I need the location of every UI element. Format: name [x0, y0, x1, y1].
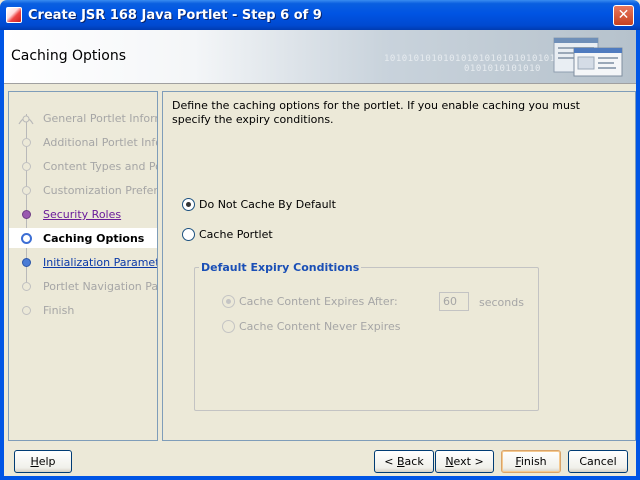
wizard-window: 10101010101010101010101010101 0101010101…: [0, 30, 640, 480]
step-navigation: General Portlet Information Additional P…: [8, 91, 158, 441]
caching-options-panel: Define the caching options for the portl…: [162, 91, 636, 441]
expiry-conditions-group: [194, 267, 539, 411]
nav-step-initialization-parameters[interactable]: Initialization Parameters: [9, 252, 157, 272]
finish-button[interactable]: Finish: [501, 450, 561, 473]
radio-label: Do Not Cache By Default: [199, 198, 336, 211]
header-binary-decoration: 10101010101010101010101010101: [384, 54, 556, 64]
app-icon: [6, 7, 22, 23]
nav-step-label: Security Roles: [43, 208, 122, 221]
nav-step-label: General Portlet Information: [43, 112, 157, 125]
step-marker-icon: [22, 186, 31, 195]
step-marker-icon: [22, 306, 31, 315]
step-marker-icon: [22, 282, 31, 291]
nav-step-security-roles[interactable]: Security Roles: [9, 204, 157, 224]
do-not-cache-radio[interactable]: Do Not Cache By Default: [182, 198, 336, 211]
step-marker-icon: [22, 162, 31, 171]
instructions-text: Define the caching options for the portl…: [172, 99, 580, 126]
nav-step-label: Finish: [43, 304, 75, 317]
step-marker-icon: [22, 210, 31, 219]
button-mnemonic: H: [30, 455, 39, 468]
nav-step-label: Portlet Navigation Parameters: [43, 280, 158, 293]
nav-step-customization-preferences[interactable]: Customization Preferences: [9, 180, 158, 200]
nav-step-finish[interactable]: Finish: [9, 300, 157, 320]
back-button[interactable]: < Back: [374, 450, 434, 473]
current-step-marker-icon: [21, 233, 32, 244]
never-expires-radio[interactable]: Cache Content Never Expires: [222, 320, 401, 333]
nav-step-label: Customization Preferences: [43, 184, 158, 197]
button-mnemonic: B: [397, 455, 405, 468]
nav-step-additional-portlet-information[interactable]: Additional Portlet Information: [9, 132, 157, 152]
nav-step-general-portlet-information[interactable]: General Portlet Information: [9, 108, 157, 128]
nav-step-label: Caching Options: [43, 232, 145, 245]
nav-step-portlet-navigation-parameters[interactable]: Portlet Navigation Parameters: [9, 276, 158, 296]
help-button[interactable]: Help: [14, 450, 72, 473]
nav-step-label: Additional Portlet Information: [43, 136, 157, 149]
expiry-conditions-title: Default Expiry Conditions: [199, 261, 362, 274]
radio-label: Cache Portlet: [199, 228, 273, 241]
start-step-icon: [18, 115, 34, 125]
button-mnemonic: N: [445, 455, 454, 468]
radio-label: Cache Content Never Expires: [239, 320, 401, 333]
title-bar: Create JSR 168 Java Portlet - Step 6 of …: [0, 0, 640, 30]
radio-indicator[interactable]: [182, 198, 195, 211]
nav-step-label: Initialization Parameters: [43, 256, 157, 269]
cache-portlet-radio[interactable]: Cache Portlet: [182, 228, 273, 241]
radio-indicator[interactable]: [182, 228, 195, 241]
button-text: Cancel: [579, 455, 617, 468]
button-text: ext >: [453, 455, 484, 468]
step-marker-icon: [22, 138, 31, 147]
nav-step-caching-options[interactable]: Caching Options: [9, 228, 157, 248]
radio-indicator[interactable]: [222, 320, 235, 333]
header-divider: [4, 83, 636, 84]
wizard-header: 10101010101010101010101010101 0101010101…: [4, 30, 636, 83]
expires-after-radio[interactable]: Cache Content Expires After:: [222, 295, 398, 308]
page-title: Caching Options: [11, 48, 127, 64]
button-text: ack: [404, 455, 424, 468]
seconds-unit-label: seconds: [479, 296, 524, 309]
button-text: <: [384, 455, 397, 468]
radio-label: Cache Content Expires After:: [239, 295, 398, 308]
button-text: inish: [520, 455, 547, 468]
header-binary-decoration-2: 0101010101010: [464, 64, 541, 74]
nav-step-label: Content Types and Portlet Modes: [43, 160, 157, 173]
button-text: elp: [38, 455, 56, 468]
wizard-graphic-icon: [553, 37, 623, 77]
nav-step-content-types[interactable]: Content Types and Portlet Modes: [9, 156, 157, 176]
window-title: Create JSR 168 Java Portlet - Step 6 of …: [28, 8, 322, 23]
close-button[interactable]: ✕: [613, 5, 634, 26]
next-button[interactable]: Next >: [435, 450, 494, 473]
radio-indicator[interactable]: [222, 295, 235, 308]
expiry-seconds-input[interactable]: 60: [439, 292, 469, 311]
cancel-button[interactable]: Cancel: [568, 450, 628, 473]
step-marker-icon: [22, 258, 31, 267]
